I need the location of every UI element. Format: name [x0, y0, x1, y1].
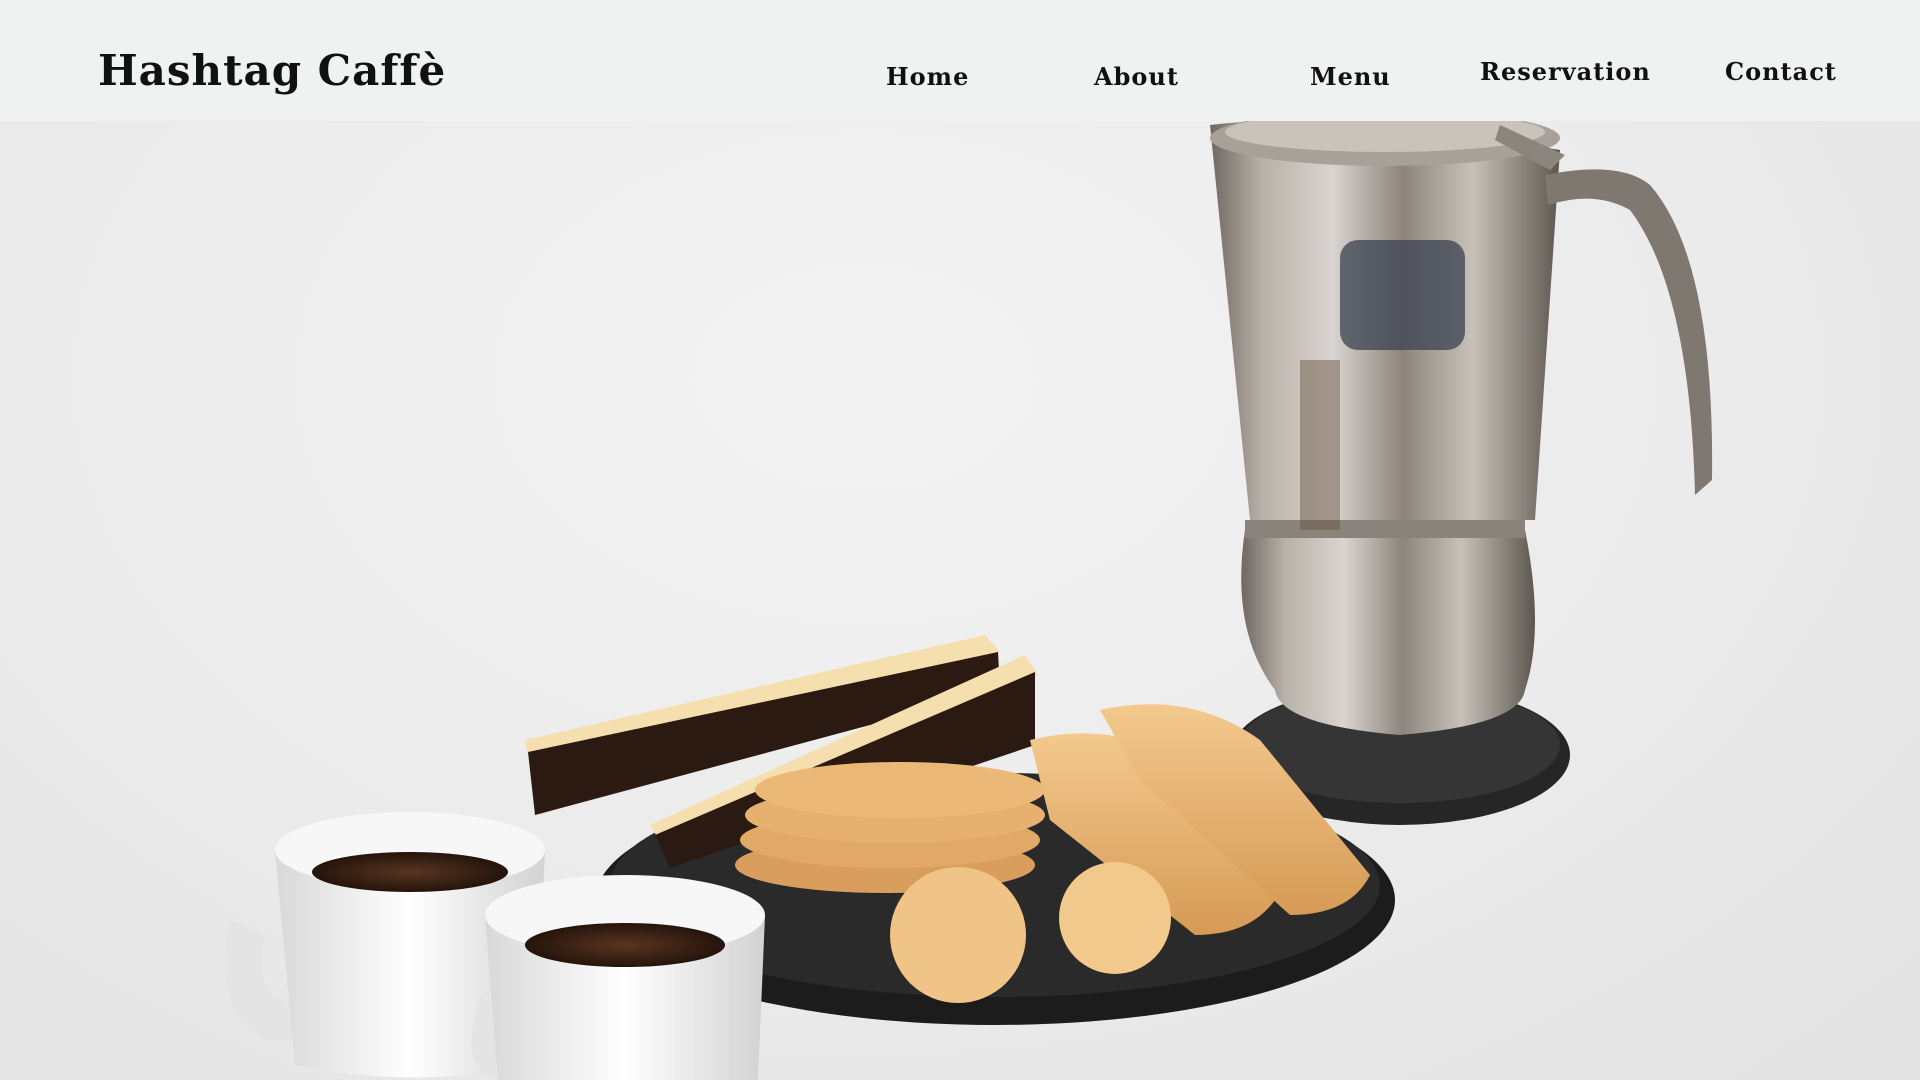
round-cookie	[890, 867, 1026, 1003]
nav-link-contact[interactable]: Contact	[1725, 60, 1837, 84]
round-cookie	[1059, 862, 1171, 974]
hero-illustration	[224, 110, 1713, 1080]
espresso-cup-right	[471, 875, 765, 1080]
top-navbar: Hashtag Caffè Home About Menu Reservatio…	[0, 0, 1920, 121]
nav-link-reservation[interactable]: Reservation	[1480, 60, 1651, 84]
nav-link-about[interactable]: About	[1094, 65, 1179, 89]
wafer-cookies	[735, 762, 1045, 893]
nav-link-home[interactable]: Home	[886, 65, 969, 89]
nav-link-menu[interactable]: Menu	[1310, 65, 1391, 89]
moka-pot-handle	[1545, 169, 1713, 495]
hero-image	[0, 0, 1920, 1080]
brand-logo[interactable]: Hashtag Caffè	[98, 50, 446, 92]
moka-pot-base	[1241, 530, 1535, 735]
